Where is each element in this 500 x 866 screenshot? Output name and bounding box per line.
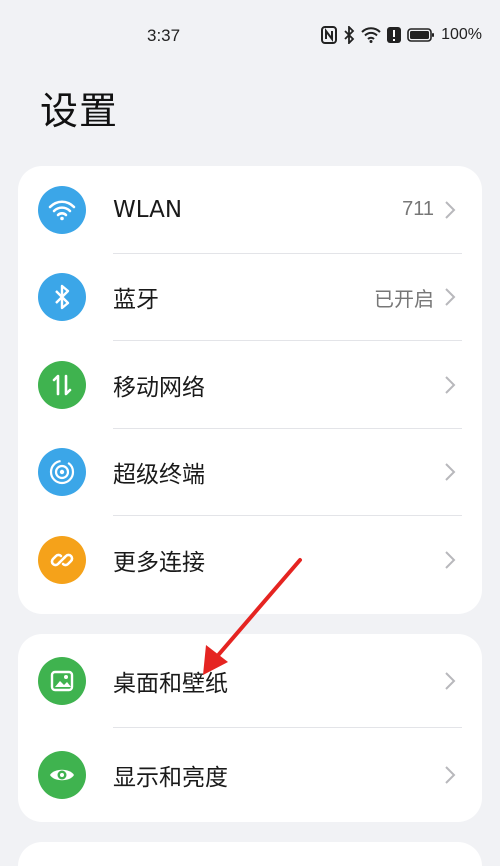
settings-item-value: 已开启 xyxy=(374,288,434,311)
bluetooth-icon xyxy=(343,26,355,44)
settings-item-mobile-network[interactable]: 移动网络 xyxy=(18,341,482,429)
wifi-icon xyxy=(38,185,86,234)
settings-item-label: 桌面和壁纸 xyxy=(113,671,228,697)
status-time: 3:37 xyxy=(147,26,181,45)
chevron-right-icon xyxy=(445,288,456,306)
page-title: 设置 xyxy=(40,89,119,133)
alert-icon xyxy=(387,26,402,44)
settings-item-super-device[interactable]: 超级终端 xyxy=(18,429,482,516)
settings-item-label: WLAN xyxy=(113,196,183,223)
settings-item-value: 711 xyxy=(402,198,434,221)
settings-item-label: 显示和亮度 xyxy=(113,765,228,791)
settings-item-label: 超级终端 xyxy=(113,462,205,489)
wallpaper-icon xyxy=(38,657,86,705)
settings-group-connections: WLAN 711 蓝牙 已开启 移动网络 超级终端 更多连接 xyxy=(18,166,482,614)
chevron-right-icon xyxy=(445,551,456,569)
settings-item-label: 蓝牙 xyxy=(113,287,159,314)
status-bar: 3:37 100% xyxy=(0,0,500,72)
battery-percentage: 100% xyxy=(441,26,482,43)
settings-item-label: 更多连接 xyxy=(113,549,205,576)
link-icon xyxy=(38,535,86,584)
settings-item-home-wallpaper[interactable]: 桌面和壁纸 xyxy=(18,634,482,728)
battery-icon xyxy=(407,27,435,43)
bluetooth-icon xyxy=(38,273,86,322)
settings-item-label: 移动网络 xyxy=(113,374,205,401)
super-device-icon xyxy=(38,448,86,497)
settings-item-bluetooth[interactable]: 蓝牙 已开启 xyxy=(18,254,482,341)
wifi-icon xyxy=(361,27,381,43)
mobile-data-icon xyxy=(38,360,86,409)
chevron-right-icon xyxy=(445,201,456,219)
chevron-right-icon xyxy=(445,672,456,690)
settings-item-display-brightness[interactable]: 显示和亮度 xyxy=(18,728,482,822)
chevron-right-icon xyxy=(445,376,456,394)
settings-group-partial xyxy=(18,842,482,866)
chevron-right-icon xyxy=(445,463,456,481)
settings-item-wlan[interactable]: WLAN 711 xyxy=(18,166,482,254)
chevron-right-icon xyxy=(445,766,456,784)
settings-group-display: 桌面和壁纸 显示和亮度 xyxy=(18,634,482,822)
settings-item-more-connections[interactable]: 更多连接 xyxy=(18,516,482,604)
nfc-icon xyxy=(321,26,338,44)
eye-icon xyxy=(38,751,86,799)
status-icons: 100% xyxy=(321,26,482,44)
